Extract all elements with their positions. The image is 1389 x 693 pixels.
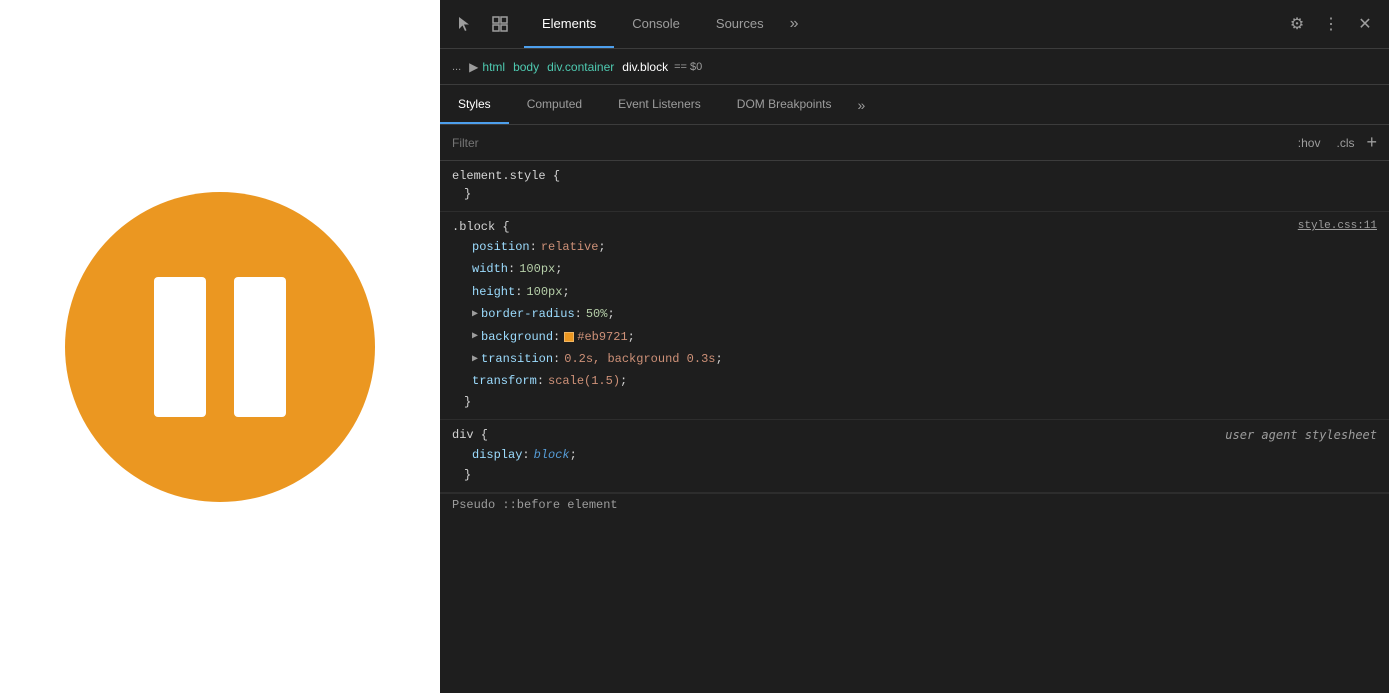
breadcrumb-html[interactable]: html (482, 60, 505, 74)
cursor-icon-btn[interactable] (450, 10, 478, 38)
prop-border-radius: ▶ border-radius : 50% ; (452, 303, 1377, 325)
devtools-main-tabs: Elements Console Sources » (524, 0, 807, 48)
rule-header-div-ua: div { user agent stylesheet (452, 428, 1377, 442)
ua-comment: user agent stylesheet (1225, 428, 1377, 442)
pause-bar-left (154, 277, 206, 417)
tab-event-listeners[interactable]: Event Listeners (600, 85, 719, 124)
rule-close-block: } (452, 393, 1377, 411)
rule-selector-div-ua: div { (452, 428, 488, 442)
close-devtools-btn[interactable]: ✕ (1351, 10, 1379, 38)
tab-dom-breakpoints[interactable]: DOM Breakpoints (719, 85, 850, 124)
prop-transform: transform : scale(1.5) ; (452, 370, 1377, 392)
expand-transition[interactable]: ▶ (472, 351, 478, 368)
prop-height: height : 100px ; (452, 281, 1377, 303)
settings-icon-btn[interactable]: ⚙ (1283, 10, 1311, 38)
rule-selector-element-style: element.style { (452, 169, 560, 183)
rule-close-element-style: } (452, 185, 1377, 203)
rule-block: .block { style.css:11 position : relativ… (440, 212, 1389, 420)
more-options-btn[interactable]: ⋮ (1317, 10, 1345, 38)
toolbar-right-actions: ⚙ ⋮ ✕ (1283, 10, 1389, 38)
filter-bar: :hov .cls + (440, 125, 1389, 161)
rule-element-style: element.style { } (440, 161, 1389, 212)
pause-bar-right (234, 277, 286, 417)
rule-selector-block: .block { (452, 220, 510, 234)
prop-width: width : 100px ; (452, 258, 1377, 280)
rule-header-block: .block { style.css:11 (452, 220, 1377, 234)
devtools-content-area: Styles Computed Event Listeners DOM Brea… (440, 85, 1389, 693)
tab-sources[interactable]: Sources (698, 0, 782, 48)
toolbar-more-tabs[interactable]: » (782, 0, 807, 48)
prop-display: display : block ; (452, 444, 1377, 466)
color-swatch-background[interactable] (564, 332, 574, 342)
add-style-btn[interactable]: + (1366, 132, 1377, 153)
tab-console[interactable]: Console (614, 0, 698, 48)
hov-btn[interactable]: :hov (1294, 134, 1325, 152)
rule-div-ua: div { user agent stylesheet display : bl… (440, 420, 1389, 493)
prop-position: position : relative ; (452, 236, 1377, 258)
devtools-panel: Elements Console Sources » ⚙ ⋮ ✕ (440, 0, 1389, 693)
breadcrumb-comment: == $0 (674, 61, 702, 73)
inspect-icon-btn[interactable] (486, 10, 514, 38)
rule-header-element-style: element.style { (452, 169, 1377, 183)
rule-close-div-ua: } (452, 466, 1377, 484)
orange-circle (65, 192, 375, 502)
breadcrumb-container[interactable]: div.container (547, 60, 614, 74)
styles-tab-more[interactable]: » (849, 85, 873, 124)
breadcrumb-dots: ... (452, 61, 461, 73)
pseudo-element-label: Pseudo ::before element (440, 493, 1389, 516)
tab-elements[interactable]: Elements (524, 0, 614, 48)
styles-tabs: Styles Computed Event Listeners DOM Brea… (440, 85, 1389, 125)
styles-content[interactable]: element.style { } .block { style.css:11 … (440, 161, 1389, 693)
toolbar-icons-left (440, 10, 524, 38)
prop-transition: ▶ transition : 0.2s, background 0.3s ; (452, 348, 1377, 370)
left-panel (0, 0, 440, 693)
breadcrumb-active: div.block (622, 60, 668, 74)
rule-source-block[interactable]: style.css:11 (1298, 220, 1377, 232)
breadcrumb-body[interactable]: body (513, 60, 539, 74)
breadcrumb: ... ▶ html body div.container div.block … (440, 49, 1389, 85)
tab-styles[interactable]: Styles (440, 85, 509, 124)
filter-actions: :hov .cls + (1294, 132, 1377, 153)
filter-input[interactable] (452, 136, 1294, 150)
devtools-toolbar: Elements Console Sources » ⚙ ⋮ ✕ (440, 0, 1389, 49)
expand-border-radius[interactable]: ▶ (472, 306, 478, 323)
expand-background[interactable]: ▶ (472, 328, 478, 345)
tab-computed[interactable]: Computed (509, 85, 600, 124)
cls-btn[interactable]: .cls (1332, 134, 1358, 152)
prop-background: ▶ background : #eb9721 ; (452, 326, 1377, 348)
